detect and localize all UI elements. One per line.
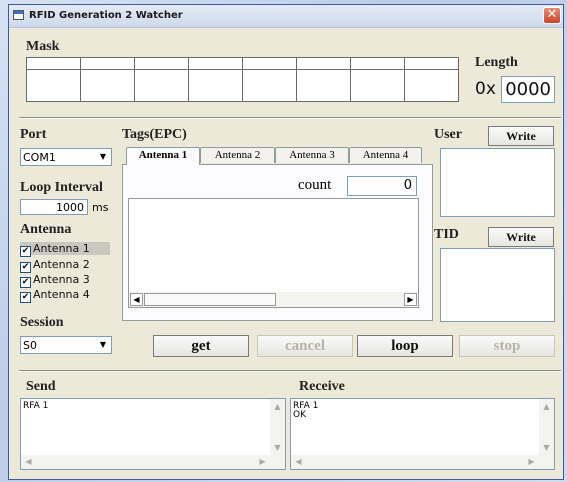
send-label: Send — [26, 379, 56, 394]
count-field: 0 — [347, 176, 417, 196]
tab-antenna-3[interactable]: Antenna 3 — [275, 147, 349, 163]
port-label: Port — [20, 127, 47, 142]
cancel-button[interactable]: cancel — [257, 335, 353, 357]
user-label: User — [434, 127, 462, 142]
antenna-label-1: Antenna 1 — [33, 242, 90, 255]
scroll-left-icon[interactable]: ◀ — [130, 293, 143, 306]
scroll-right-icon[interactable]: ▶ — [525, 455, 538, 468]
chevron-down-icon[interactable]: ▼ — [96, 338, 110, 352]
count-label: count — [298, 177, 332, 193]
mask-cell[interactable] — [296, 57, 351, 70]
send-text: RFA 1 — [23, 401, 49, 411]
count-value: 0 — [403, 178, 412, 193]
receive-h-scrollbar[interactable]: ◀ ▶ — [291, 455, 554, 469]
mask-cell[interactable] — [350, 57, 405, 70]
user-write-button[interactable]: Write — [488, 126, 554, 146]
scroll-up-icon[interactable]: ▲ — [271, 400, 284, 413]
receive-textarea[interactable]: RFA 1 OK ▲ ▼ ◀ ▶ — [290, 398, 555, 470]
antenna-label: Antenna — [20, 222, 72, 237]
antenna-checkbox-3[interactable]: ✔ Antenna 3 — [20, 273, 110, 288]
scroll-down-icon[interactable]: ▼ — [540, 441, 553, 454]
app-icon — [13, 10, 24, 20]
length-value: 0000 — [505, 79, 551, 100]
antenna-label-2: Antenna 2 — [33, 258, 90, 271]
stop-button[interactable]: stop — [459, 335, 555, 357]
tid-field[interactable] — [440, 248, 555, 322]
antenna-list: ✔ Antenna 1 ✔ Antenna 2 ✔ Antenna 3 ✔ Antenn… — [20, 241, 115, 306]
loop-interval-unit: ms — [92, 201, 109, 214]
length-input[interactable]: 0000 — [501, 76, 555, 103]
mask-cell[interactable] — [80, 69, 135, 102]
check-icon: ✔ — [20, 292, 31, 303]
title-bar[interactable]: RFID Generation 2 Watcher ✕ — [9, 5, 563, 28]
mask-cell[interactable] — [404, 69, 459, 102]
length-prefix: 0x — [475, 79, 496, 99]
scroll-thumb[interactable] — [144, 293, 276, 306]
scroll-right-icon[interactable]: ▶ — [256, 455, 269, 468]
divider — [19, 117, 561, 119]
scroll-down-icon[interactable]: ▼ — [271, 441, 284, 454]
tab-antenna-2[interactable]: Antenna 2 — [200, 147, 275, 163]
length-label: Length — [475, 55, 518, 70]
loop-interval-label: Loop Interval — [20, 180, 103, 195]
mask-cell[interactable] — [134, 57, 189, 70]
antenna-checkbox-4[interactable]: ✔ Antenna 4 — [20, 288, 110, 303]
scroll-left-icon[interactable]: ◀ — [22, 455, 35, 468]
antenna-label-4: Antenna 4 — [33, 288, 90, 301]
antenna-checkbox-1[interactable]: ✔ Antenna 1 — [20, 242, 110, 257]
close-icon: ✕ — [546, 7, 558, 22]
session-select[interactable]: S0 ▼ — [20, 336, 112, 354]
window-title: RFID Generation 2 Watcher — [29, 10, 183, 21]
session-label: Session — [20, 315, 64, 330]
get-button[interactable]: get — [153, 335, 249, 357]
tid-write-button[interactable]: Write — [488, 227, 554, 247]
tid-label: TID — [434, 227, 459, 242]
send-h-scrollbar[interactable]: ◀ ▶ — [21, 455, 285, 469]
tags-list[interactable]: ◀ ▶ — [128, 198, 419, 308]
check-icon: ✔ — [20, 246, 31, 257]
mask-cell[interactable] — [296, 69, 351, 102]
antenna-label-3: Antenna 3 — [33, 273, 90, 286]
send-textarea[interactable]: RFA 1 ▲ ▼ ◀ ▶ — [20, 398, 286, 470]
antenna-checkbox-2[interactable]: ✔ Antenna 2 — [20, 258, 110, 273]
mask-cell[interactable] — [134, 69, 189, 102]
close-button[interactable]: ✕ — [543, 7, 561, 24]
mask-cell[interactable] — [26, 57, 81, 70]
chevron-down-icon[interactable]: ▼ — [96, 150, 110, 164]
user-field[interactable] — [440, 148, 555, 217]
receive-text: RFA 1 OK — [293, 401, 319, 420]
session-selected: S0 — [23, 339, 37, 352]
tab-antenna-4[interactable]: Antenna 4 — [349, 147, 422, 163]
scroll-up-icon[interactable]: ▲ — [540, 400, 553, 413]
divider — [19, 370, 561, 372]
scroll-right-icon[interactable]: ▶ — [404, 293, 417, 306]
mask-cell[interactable] — [26, 69, 81, 102]
receive-scrollbar[interactable]: ▲ ▼ — [539, 399, 554, 455]
app-window: RFID Generation 2 Watcher ✕ Mask Length … — [8, 4, 564, 480]
port-selected: COM1 — [23, 151, 56, 164]
mask-cell[interactable] — [404, 57, 459, 70]
check-icon: ✔ — [20, 277, 31, 288]
mask-cell[interactable] — [350, 69, 405, 102]
mask-cell[interactable] — [188, 69, 243, 102]
send-scrollbar[interactable]: ▲ ▼ — [270, 399, 285, 455]
mask-grid — [26, 57, 459, 102]
loop-interval-value: 1000 — [56, 201, 84, 214]
mask-cell[interactable] — [188, 57, 243, 70]
port-select[interactable]: COM1 ▼ — [20, 148, 112, 166]
loop-button[interactable]: loop — [357, 335, 453, 357]
tags-label: Tags(EPC) — [122, 127, 187, 142]
tab-antenna-1[interactable]: Antenna 1 — [126, 147, 200, 165]
mask-label: Mask — [26, 39, 60, 54]
loop-interval-input[interactable]: 1000 — [20, 199, 88, 215]
receive-label: Receive — [299, 379, 345, 394]
mask-cell[interactable] — [242, 57, 297, 70]
tags-horizontal-scrollbar[interactable]: ◀ ▶ — [129, 292, 418, 307]
check-icon: ✔ — [20, 262, 31, 273]
scroll-left-icon[interactable]: ◀ — [292, 455, 305, 468]
mask-cell[interactable] — [80, 57, 135, 70]
mask-cell[interactable] — [242, 69, 297, 102]
